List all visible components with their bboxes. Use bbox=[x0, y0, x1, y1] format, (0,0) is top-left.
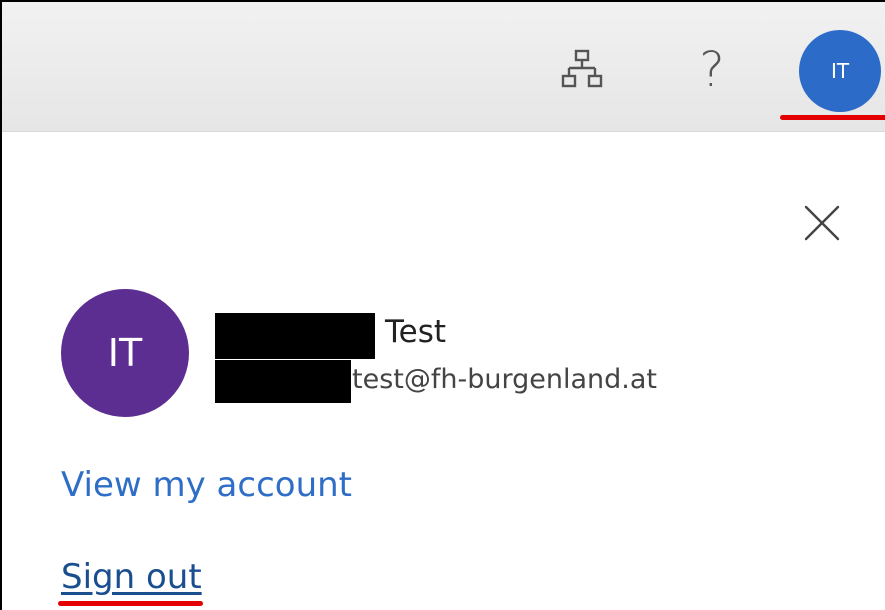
redaction-bar bbox=[215, 313, 375, 359]
highlight-underline-sign-out bbox=[58, 601, 203, 606]
sign-out-link[interactable]: Sign out bbox=[61, 557, 202, 597]
screenshot-frame: ? IT IT Test test@fh-burgenland.at View … bbox=[0, 0, 885, 610]
view-my-account-link[interactable]: View my account bbox=[61, 465, 352, 505]
account-initials: IT bbox=[830, 59, 850, 83]
help-button[interactable]: ? bbox=[684, 38, 740, 102]
org-chart-button[interactable] bbox=[554, 44, 610, 100]
user-name: Test bbox=[385, 314, 447, 350]
user-email: test@fh-burgenland.at bbox=[352, 364, 657, 395]
close-button[interactable] bbox=[799, 202, 845, 248]
account-avatar-button[interactable]: IT bbox=[799, 30, 881, 112]
redaction-bar bbox=[215, 360, 351, 403]
help-icon: ? bbox=[699, 42, 725, 98]
user-avatar-initials: IT bbox=[107, 331, 143, 375]
org-chart-icon bbox=[560, 48, 604, 96]
close-icon bbox=[802, 203, 842, 247]
highlight-underline-avatar bbox=[780, 115, 885, 120]
user-avatar: IT bbox=[61, 289, 189, 417]
top-bar: ? IT bbox=[2, 2, 885, 132]
